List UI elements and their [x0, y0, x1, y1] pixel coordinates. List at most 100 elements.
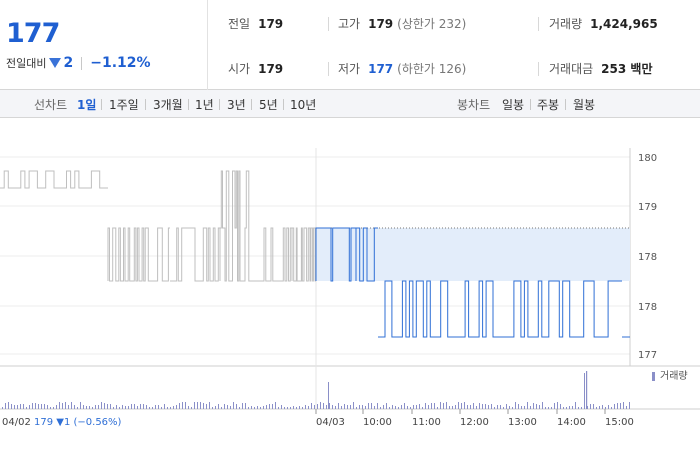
volume-bar — [335, 406, 336, 409]
volume-bar — [341, 406, 342, 409]
volume-bar — [185, 402, 186, 409]
volume-bar — [122, 405, 123, 409]
volume-bar — [500, 405, 501, 409]
volume-bar — [584, 373, 585, 409]
change-row: 전일대비 2 −1.12% — [6, 55, 151, 71]
volume-bar — [362, 405, 363, 409]
volume-bar — [545, 407, 546, 409]
divider — [81, 56, 83, 70]
upper-limit: (상한가 232) — [397, 17, 467, 31]
volume-bar — [218, 404, 219, 409]
period-1d[interactable]: 1일 — [77, 96, 96, 113]
volume-bar — [2, 407, 3, 409]
volume-bar — [5, 403, 6, 409]
volume-bar — [518, 404, 519, 409]
volume-bar — [374, 406, 375, 409]
volume-bar — [328, 382, 329, 409]
volume-bar — [365, 406, 366, 409]
volume-bar — [167, 407, 168, 409]
volume-bar — [272, 404, 273, 409]
volume-bar — [326, 405, 327, 409]
volume-bar — [620, 403, 621, 409]
volume-bar — [281, 405, 282, 409]
divider — [145, 99, 146, 110]
volume-bar — [590, 404, 591, 409]
volume-bar — [491, 404, 492, 409]
volume-bar — [116, 405, 117, 409]
volume-bar — [251, 406, 252, 409]
candle-daily[interactable]: 일봉 — [502, 96, 524, 113]
volume-bar — [119, 407, 120, 409]
prev-session-date: 04/02 — [2, 417, 31, 428]
volume-bar — [296, 407, 297, 409]
stat-label: 저가 — [338, 62, 361, 76]
volume-bar — [560, 404, 561, 409]
period-1y[interactable]: 1년 — [195, 96, 214, 113]
volume-bar — [554, 403, 555, 409]
stat-label: 거래대금 — [549, 62, 594, 76]
volume-bar — [170, 407, 171, 409]
volume-bar — [299, 406, 300, 409]
volume-bar — [596, 407, 597, 409]
x-axis-ticks: 04/03 10:00 11:00 12:00 13:00 14:00 15:00 — [315, 409, 634, 428]
volume-bar — [533, 403, 534, 409]
volume-bar — [548, 407, 549, 409]
stat-value: 179 — [368, 17, 394, 31]
period-3y[interactable]: 3년 — [227, 96, 246, 113]
lower-limit: (하한가 126) — [397, 62, 467, 76]
period-3m[interactable]: 3개월 — [153, 96, 183, 113]
volume-bar — [542, 402, 543, 409]
volume-bar — [443, 403, 444, 409]
period-1w[interactable]: 1주일 — [109, 96, 139, 113]
candle-weekly[interactable]: 주봉 — [537, 96, 559, 113]
volume-bar — [263, 406, 264, 409]
volume-bar — [56, 405, 57, 409]
volume-bar — [50, 407, 51, 409]
volume-bar — [146, 405, 147, 409]
volume-bar — [356, 407, 357, 409]
x-tick-label: 13:00 — [508, 417, 537, 428]
volume-bar — [125, 406, 126, 409]
volume-bar — [38, 404, 39, 409]
volume-bar — [338, 403, 339, 409]
divider — [530, 99, 531, 110]
period-10y[interactable]: 10년 — [290, 96, 316, 113]
x-tick-label: 04/03 — [316, 417, 345, 428]
candle-monthly[interactable]: 월봉 — [573, 96, 595, 113]
volume-bar — [302, 407, 303, 409]
candle-chart-label: 봉차트 — [457, 98, 491, 112]
volume-bar — [227, 405, 228, 409]
volume-bar — [143, 404, 144, 409]
volume-bar — [86, 406, 87, 409]
volume-bar — [428, 405, 429, 409]
volume-bar — [395, 406, 396, 409]
volume-bar — [497, 405, 498, 409]
current-price: 177 — [6, 18, 60, 49]
volume-bar — [359, 405, 360, 409]
volume-bar — [152, 407, 153, 409]
volume-bar — [434, 403, 435, 409]
change-label: 전일대비 — [6, 57, 47, 70]
x-tick-label: 12:00 — [460, 417, 489, 428]
change-value: 2 — [63, 55, 74, 71]
period-5y[interactable]: 5년 — [259, 96, 278, 113]
volume-bar — [71, 402, 72, 409]
divider — [101, 99, 102, 110]
stat-value: 1,424,965 — [590, 17, 658, 31]
volume-bar — [602, 405, 603, 409]
volume-bar — [101, 402, 102, 409]
volume-bar — [215, 406, 216, 409]
volume-bar — [494, 407, 495, 409]
volume-bar — [586, 371, 588, 409]
volume-bar — [350, 405, 351, 409]
y-axis-ticks: 180 179 178 178 177 — [638, 153, 657, 361]
stat-value: 179 — [258, 62, 284, 76]
volume-bar — [419, 404, 420, 409]
volume-bar — [308, 406, 309, 409]
volume-bar — [605, 407, 606, 409]
volume-bar — [452, 406, 453, 409]
x-tick-label: 10:00 — [363, 417, 392, 428]
volume-bar — [194, 402, 195, 409]
volume-bar — [83, 405, 84, 409]
volume-legend-swatch — [652, 372, 655, 381]
